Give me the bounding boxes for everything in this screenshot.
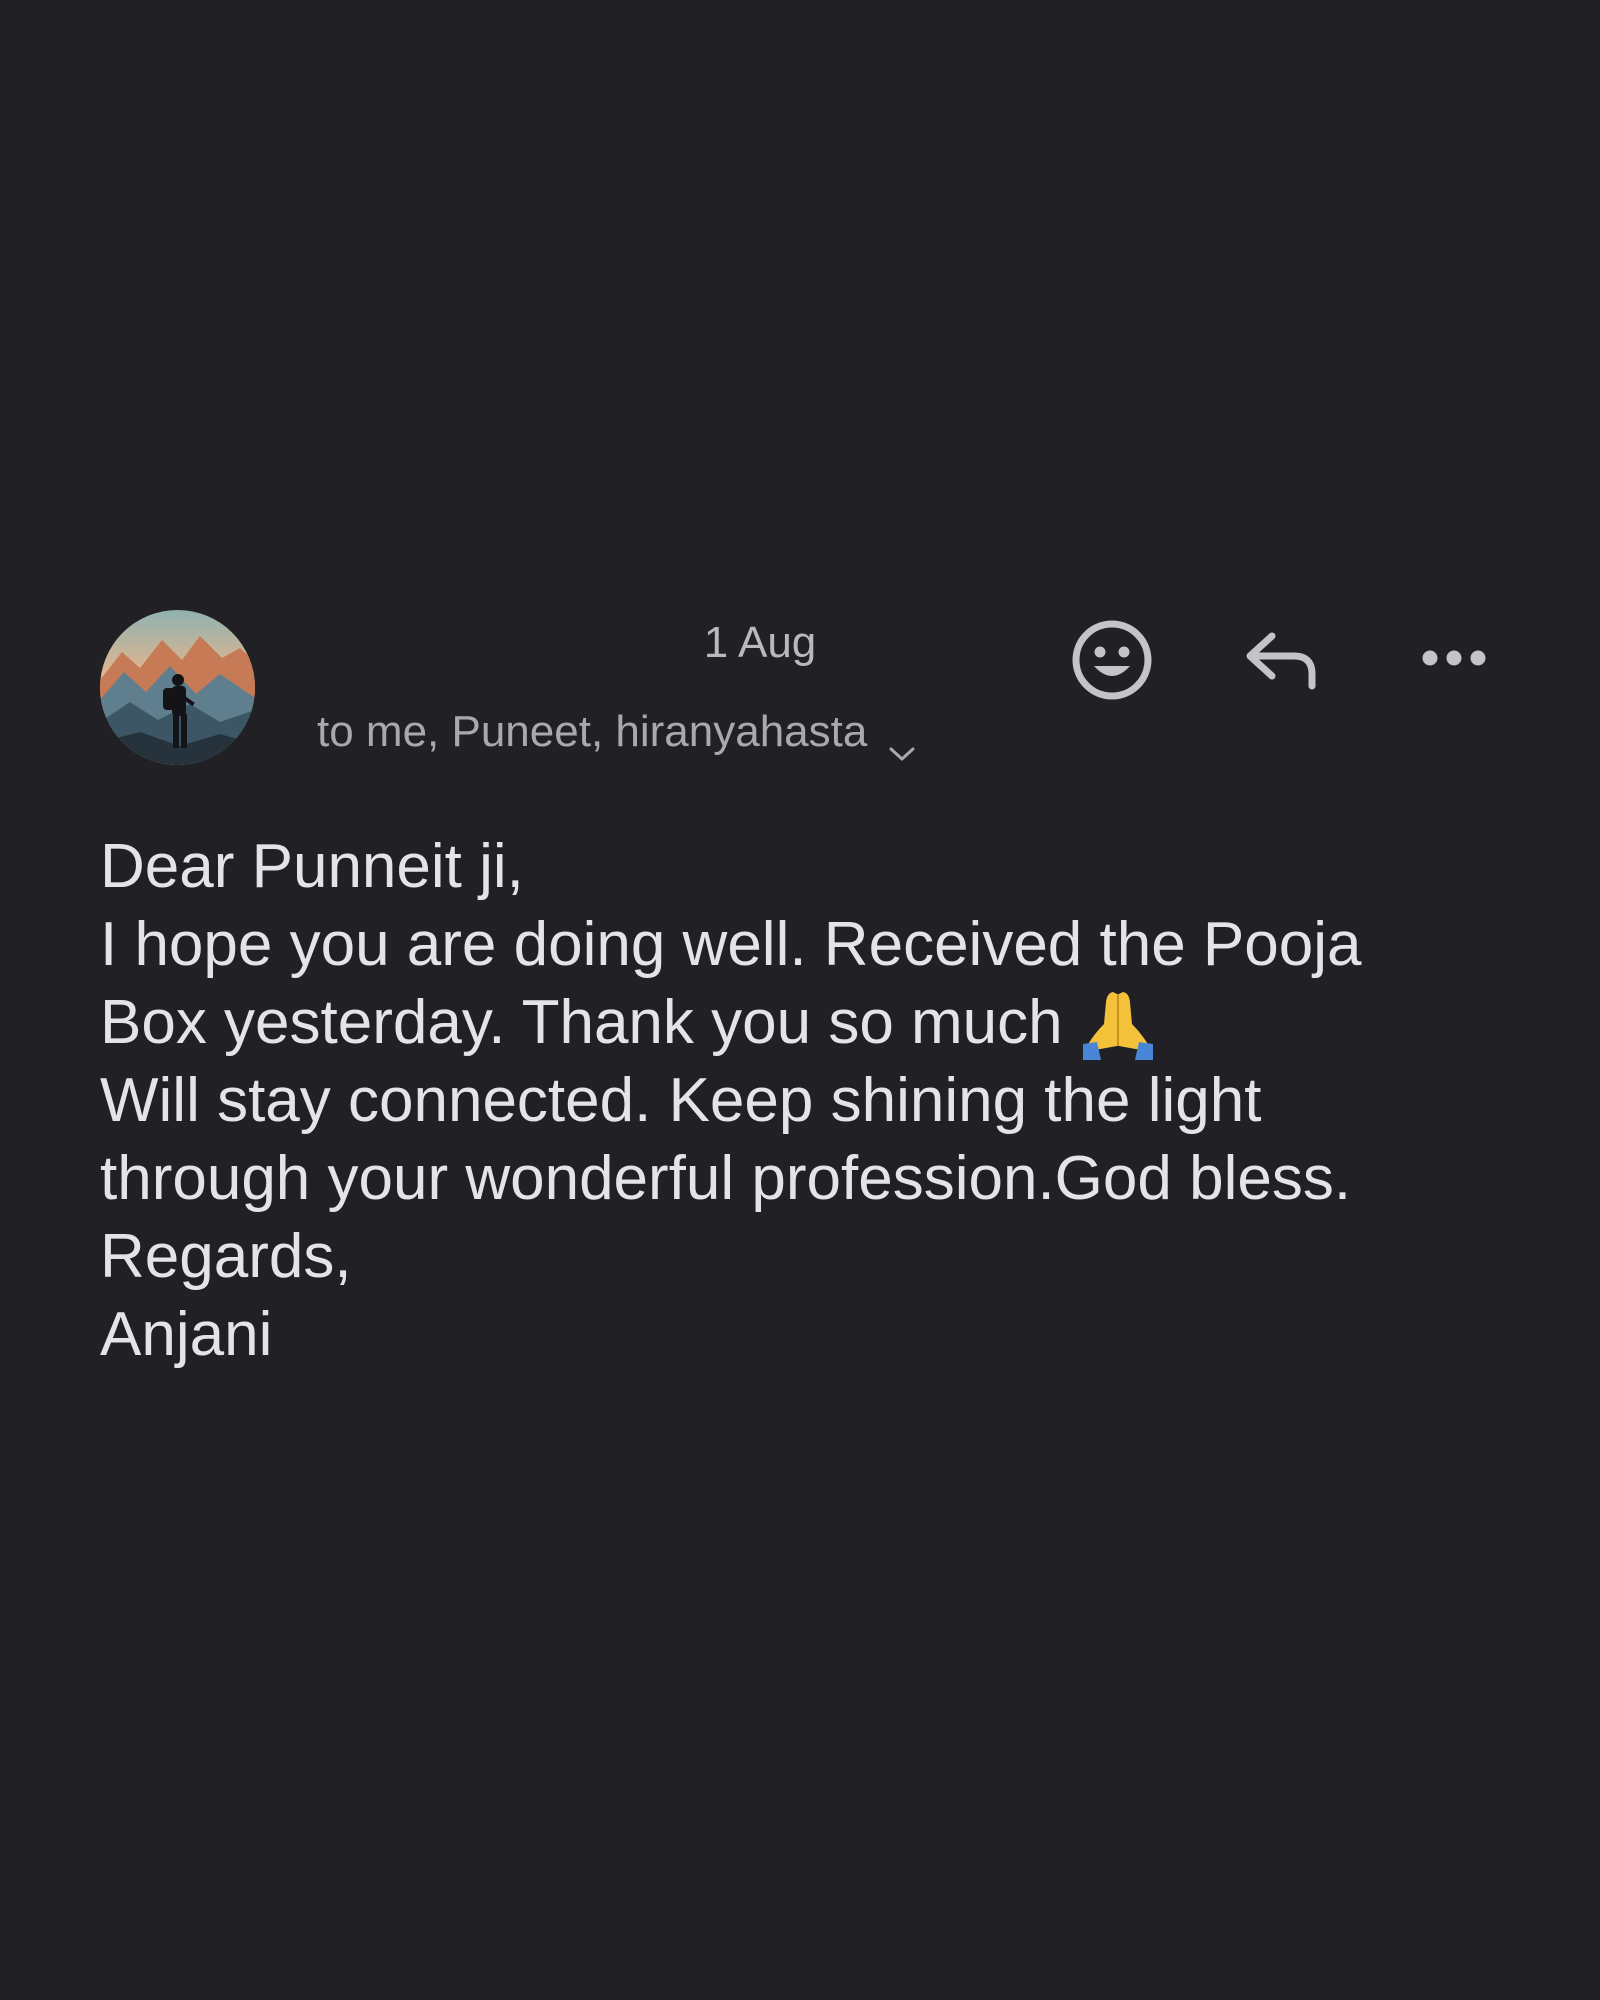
message-line: through your wonderful profession.God bl…: [100, 1144, 1352, 1213]
message-line: Will stay connected. Keep shining the li…: [100, 1066, 1262, 1135]
smiley-face-icon: [1072, 620, 1152, 700]
message-body: Dear Punneit ji, I hope you are doing we…: [100, 828, 1540, 1374]
reply-button[interactable]: [1240, 620, 1324, 700]
message-line-greeting: Dear Punneit ji,: [100, 832, 524, 901]
more-options-icon: [1422, 650, 1486, 666]
recipients-toggle[interactable]: to me, Puneet, hiranyahasta: [317, 704, 917, 761]
mountain-hiker-avatar-icon: [100, 610, 255, 765]
recipients-label: to me, Puneet, hiranyahasta: [317, 707, 868, 756]
email-header: 1 Aug to me, Puneet, hiranyahasta: [0, 0, 1600, 800]
sender-avatar[interactable]: [100, 610, 255, 765]
reply-arrow-icon: [1246, 632, 1316, 690]
message-line: I hope you are doing well. Received the …: [100, 910, 1362, 979]
add-reaction-button[interactable]: [1066, 614, 1158, 706]
message-line-signature: Anjani: [100, 1300, 273, 1369]
message-line-signoff: Regards,: [100, 1222, 352, 1291]
more-options-button[interactable]: [1414, 630, 1494, 686]
chevron-down-icon: [887, 725, 917, 761]
email-date: 1 Aug: [703, 618, 817, 667]
folded-hands-emoji-icon: [1075, 984, 1161, 1062]
message-line-text: Box yesterday. Thank you so much: [100, 988, 1063, 1057]
message-line-with-emoji: Box yesterday. Thank you so much: [100, 984, 1540, 1062]
